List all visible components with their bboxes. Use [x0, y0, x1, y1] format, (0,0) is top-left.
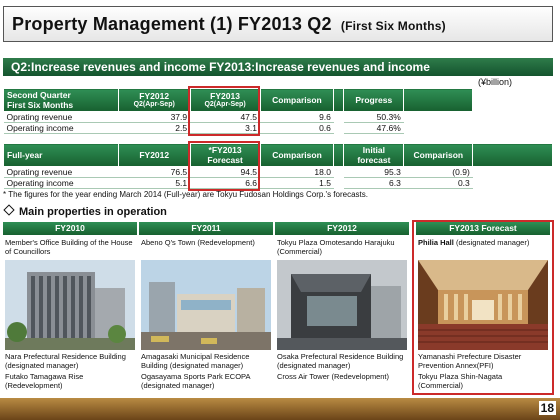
hall-photo: [418, 260, 548, 350]
q2-table: Second Quarter First Six Months FY2012 Q2…: [3, 88, 473, 134]
column-fy2012: FY2012 Tokyu Plaza Omotesando Harajuku (…: [275, 222, 409, 392]
q2-header-comparison: Comparison: [259, 88, 335, 112]
row-label: Operating income: [3, 177, 119, 189]
page-title: Property Management (1) FY2013 Q2 (First…: [12, 14, 446, 35]
cell-comparison2: (0.9): [403, 166, 473, 178]
cell-fy2013: 3.1: [190, 122, 260, 134]
column-top-text: Philia Hall (designated manager): [418, 238, 530, 247]
footer-bar: 18: [0, 398, 560, 420]
cell-fy2013: 6.6: [190, 177, 261, 189]
cell-fy2013: 47.5: [190, 111, 260, 123]
cell-fy2013: 94.5: [190, 166, 261, 178]
title-main: Property Management (1) FY2013 Q2: [12, 14, 332, 34]
fy-header-fy2012: FY2012: [117, 143, 191, 167]
row-label: Operating income: [3, 122, 119, 134]
column-bottom-1: Osaka Prefectural Residence Building (de…: [277, 352, 404, 370]
q2-header-fy2013: FY2013 Q2(Apr-Sep): [189, 88, 261, 112]
column-header: FY2013 Forecast: [416, 222, 550, 235]
column-bottom-2: Tokyu Plaza Shin-Nagata (Commercial): [418, 372, 503, 390]
cell-fy2012: 5.1: [118, 177, 191, 189]
page-number: 18: [538, 401, 556, 415]
cell-progress: 47.6%: [343, 122, 404, 134]
diamond-icon: [3, 204, 15, 216]
cell-progress: 50.3%: [343, 111, 404, 123]
cell-comparison2: 0.3: [403, 177, 473, 189]
row-label: Oprating revenue: [3, 166, 119, 178]
fy-header-comparison2: Comparison: [403, 143, 474, 167]
table-row: Operating income 2.5 3.1 0.6 47.6%: [3, 122, 473, 134]
cell-comparison: 9.6: [260, 111, 334, 123]
title-sub: (First Six Months): [340, 19, 446, 33]
column-header: FY2011: [139, 222, 273, 235]
column-header: FY2010: [3, 222, 137, 235]
column-fy2011: FY2011 Abeno Q's Town (Redevelopment) Am…: [139, 222, 273, 392]
table-row: Operating income 5.1 6.6 1.5 6.3 0.3: [3, 177, 553, 189]
fy-table: Full-year FY2012 *FY2013 Forecast Compar…: [3, 143, 553, 189]
cell-initial: 6.3: [343, 177, 404, 189]
column-header: FY2012: [275, 222, 409, 235]
q2-header-progress: Progress: [343, 88, 405, 112]
column-bottom-2: Cross Air Tower (Redevelopment): [277, 372, 389, 381]
q2-header-label: Second Quarter First Six Months: [3, 88, 119, 112]
cell-fy2012: 76.5: [118, 166, 191, 178]
table-row: Oprating revenue 37.9 47.5 9.6 50.3%: [3, 111, 473, 123]
building-photo: [141, 260, 271, 350]
column-top-text: Tokyu Plaza Omotesando Harajuku (Commerc…: [277, 238, 395, 256]
cell-initial: 95.3: [343, 166, 404, 178]
table-row: Oprating revenue 76.5 94.5 18.0 95.3 (0.…: [3, 166, 553, 178]
column-fy2013-forecast: FY2013 Forecast Philia Hall (designated …: [416, 222, 550, 392]
cell-comparison: 18.0: [260, 166, 334, 178]
title-bar: Property Management (1) FY2013 Q2 (First…: [3, 6, 553, 42]
column-bottom-2: Futako Tamagawa Rise (Redevelopment): [5, 372, 84, 390]
section-bar: Q2:Increase revenues and income FY2013:I…: [3, 58, 553, 76]
footnote: * The figures for the year ending March …: [3, 190, 368, 199]
building-photo: [5, 260, 135, 350]
fy-header-fy2013: *FY2013 Forecast: [189, 143, 261, 167]
building-photo: [277, 260, 407, 350]
main-heading: Main properties in operation: [3, 204, 167, 218]
column-fy2010: FY2010 Member's Office Building of the H…: [3, 222, 137, 392]
column-bottom-1: Nara Prefectural Residence Building (des…: [5, 352, 126, 370]
row-label: Oprating revenue: [3, 111, 119, 123]
fy-header-initial: Initial forecast: [343, 143, 405, 167]
unit-label: (¥billion): [478, 77, 513, 87]
column-bottom-2: Ogasayama Sports Park ECOPA (designated …: [141, 372, 251, 390]
cell-comparison: 0.6: [260, 122, 334, 134]
cell-fy2012: 2.5: [118, 122, 191, 134]
column-top-text: Member's Office Building of the House of…: [5, 238, 133, 256]
column-top-text: Abeno Q's Town (Redevelopment): [141, 238, 255, 247]
fy-header-comparison: Comparison: [259, 143, 335, 167]
column-bottom-1: Amagasaki Municipal Residence Building (…: [141, 352, 250, 370]
column-bottom-1: Yamanashi Prefecture Disaster Prevention…: [418, 352, 522, 370]
fy-header-label: Full-year: [3, 143, 119, 167]
cell-comparison: 1.5: [260, 177, 334, 189]
q2-header-fy2012: FY2012 Q2(Apr-Sep): [117, 88, 191, 112]
cell-fy2012: 37.9: [118, 111, 191, 123]
